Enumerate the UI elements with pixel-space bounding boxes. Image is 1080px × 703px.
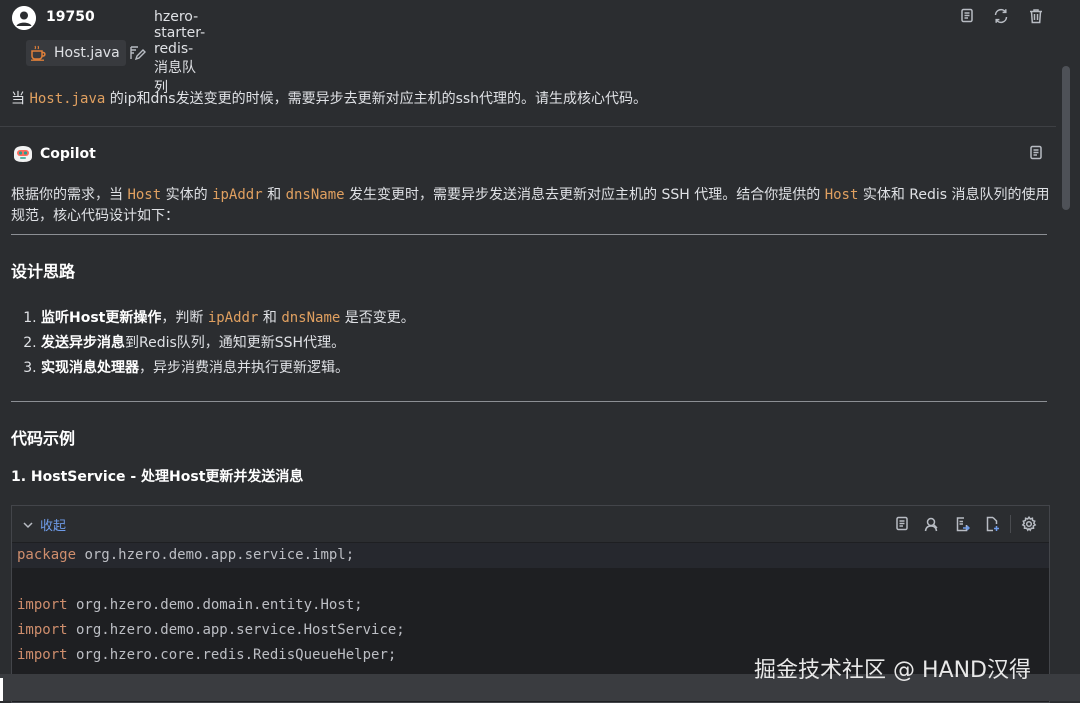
step-title: 发送异步消息 (41, 335, 125, 351)
copy-icon[interactable] (956, 5, 978, 27)
intro-text: 和 (262, 187, 286, 203)
intro-text: 根据你的需求，当 (11, 187, 128, 203)
section-rule (11, 401, 1047, 402)
code-text: org.hzero.demo.app.service.impl; (76, 547, 355, 563)
design-heading: 设计思路 (11, 262, 76, 281)
regenerate-icon[interactable] (990, 5, 1012, 27)
settings-gear-icon[interactable] (1018, 513, 1040, 535)
skill-context-chip[interactable]: hzero-starter-redis-消息队列 (124, 9, 209, 96)
step-title: 监听Host更新操作 (41, 310, 162, 326)
step-title: 实现消息处理器 (41, 360, 139, 376)
java-file-icon (30, 45, 48, 61)
edit-rule-icon (128, 45, 146, 61)
code-keyword: import (17, 597, 68, 613)
code-keyword: package (17, 547, 77, 563)
step-text: ，判断 (161, 310, 208, 326)
skill-chip-label: hzero-starter-redis-消息队列 (154, 9, 206, 96)
code-line: package org.hzero.demo.app.service.impl; (12, 543, 1049, 568)
step-text: ，异步消费消息并执行更新逻辑。 (139, 360, 349, 376)
code-subheading: 1. HostService - 处理Host更新并发送消息 (11, 469, 304, 485)
list-item: 实现消息处理器，异步消费消息并执行更新逻辑。 (41, 356, 415, 381)
code-toolbar: 收起 (12, 506, 1049, 542)
prompt-code-ref: Host.java (29, 91, 106, 107)
user-avatar-icon (12, 6, 36, 30)
step-text: 是否变更。 (340, 310, 415, 326)
list-item: 监听Host更新操作，判断 ipAddr 和 dnsName 是否变更。 (41, 306, 415, 331)
message-divider (0, 126, 1056, 127)
code-line: import org.hzero.demo.app.service.HostSe… (12, 618, 1049, 643)
username: 19750 (46, 9, 95, 25)
intro-code-dnsname: dnsName (285, 187, 345, 203)
intro-text: 发生变更时，需要异步发送消息去更新对应主机的 SSH 代理。结合你提供的 (344, 187, 825, 203)
code-text: org.hzero.demo.domain.entity.Host; (67, 597, 363, 613)
insert-code-icon[interactable] (951, 513, 973, 535)
chevron-down-icon (22, 519, 34, 531)
code-line: import org.hzero.demo.domain.entity.Host… (12, 593, 1049, 618)
code-keyword: import (17, 647, 68, 663)
list-item: 发送异步消息到Redis队列，通知更新SSH代理。 (41, 331, 415, 356)
new-file-icon[interactable] (981, 513, 1003, 535)
step-text: 到Redis队列，通知更新SSH代理。 (125, 335, 346, 351)
code-text: org.hzero.demo.app.service.HostService; (67, 622, 405, 638)
code-content[interactable]: package org.hzero.demo.app.service.impl;… (12, 543, 1049, 668)
collapse-button[interactable]: 收起 (22, 515, 66, 534)
code-heading: 代码示例 (11, 429, 76, 448)
assistant-name: Copilot (40, 146, 96, 162)
prompt-text-start: 当 (11, 91, 30, 107)
user-prompt: 当 Host.java 的ip和dns发送变更的时候，需要异步去更新对应主机的s… (11, 88, 647, 108)
watermark: 掘金技术社区 @ HAND汉得 (754, 658, 1031, 683)
section-rule (11, 234, 1047, 235)
code-text: org.hzero.core.redis.RedisQueueHelper; (67, 647, 397, 663)
step-code-dnsname: dnsName (281, 310, 341, 326)
prompt-text-end: 的ip和dns发送变更的时候，需要异步去更新对应主机的ssh代理的。请生成核心代… (105, 91, 648, 107)
intro-code-ipaddr: ipAddr (212, 187, 263, 203)
explain-code-icon[interactable] (920, 513, 942, 535)
file-chip-label: Host.java (54, 45, 120, 61)
step-text: 和 (258, 310, 282, 326)
copy-response-icon[interactable] (1025, 142, 1047, 164)
delete-icon[interactable] (1025, 5, 1047, 27)
scrollbar-thumb[interactable] (1062, 66, 1070, 210)
response-intro: 根据你的需求，当 Host 实体的 ipAddr 和 dnsName 发生变更时… (11, 185, 1051, 227)
code-keyword: import (17, 622, 68, 638)
toolbar-separator (1010, 515, 1011, 533)
copy-code-icon[interactable] (891, 513, 913, 535)
copilot-logo-icon (12, 145, 34, 163)
design-steps-list: 监听Host更新操作，判断 ipAddr 和 dnsName 是否变更。 发送异… (11, 306, 415, 381)
intro-code-host: Host (127, 187, 162, 203)
intro-code-host: Host (824, 187, 859, 203)
collapse-label: 收起 (40, 519, 67, 534)
step-code-ipaddr: ipAddr (207, 310, 259, 326)
intro-text: 实体的 (161, 187, 213, 203)
bottom-edge-marker (0, 678, 3, 701)
file-context-chip[interactable]: Host.java (26, 40, 126, 66)
